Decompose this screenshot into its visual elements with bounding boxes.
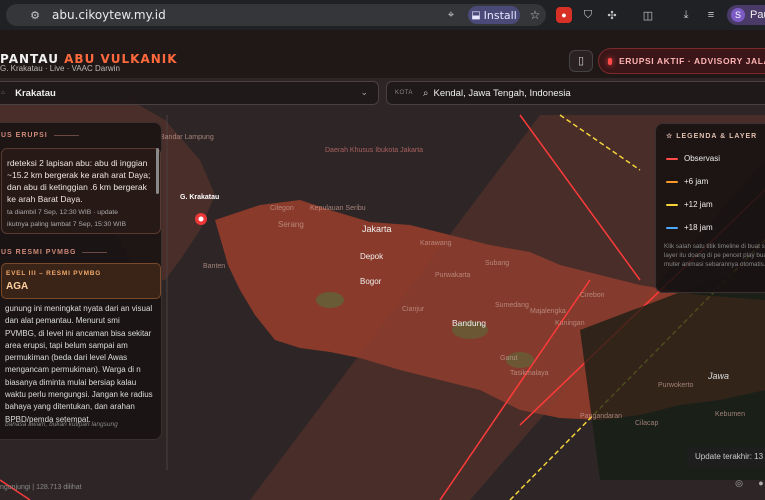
- legend-label: +18 jam: [684, 223, 713, 232]
- extension-red-icon[interactable]: ●: [556, 7, 572, 23]
- map-place-label: Bogor: [360, 277, 382, 286]
- chevron-down-icon[interactable]: ⌄: [360, 87, 368, 98]
- map-place-label: Tasikmalaya: [510, 370, 549, 377]
- install-button[interactable]: ⬓ Install: [468, 6, 520, 24]
- map-place-label: Cirebon: [580, 292, 605, 299]
- legend-line-icon: [666, 157, 678, 160]
- url-text[interactable]: abu.cikoytew.my.id: [52, 8, 166, 22]
- map-place-label: Jakarta: [362, 224, 392, 234]
- map-place-label: Kepulauan Seribu: [310, 205, 366, 212]
- alert-level-description: gunung ini meningkat nyata dari an visua…: [5, 304, 153, 424]
- legend-title: LEGENDA & LAYER: [676, 133, 758, 140]
- map-place-label: Kebumen: [715, 411, 745, 418]
- city-search-field[interactable]: KOTA ⌕ Kendal, Jawa Tengah, Indonesia: [386, 81, 765, 105]
- alert-level-name: AGA: [6, 281, 29, 292]
- data-time-text: ta diambil 7 Sep, 12:30 WIB · update: [7, 209, 119, 216]
- map-place-label: Cilegon: [270, 205, 294, 212]
- legend-item-6h[interactable]: +6 jam: [666, 177, 708, 186]
- legend-label: +6 jam: [684, 177, 709, 186]
- bookmark-star-icon[interactable]: ☆: [527, 7, 543, 23]
- address-bar[interactable]: ⚙ abu.cikoytew.my.id ⌖ ⬓ Install ☆: [6, 4, 546, 26]
- media-control-icon[interactable]: ◫: [640, 7, 656, 23]
- shield-extension-icon[interactable]: ⛉: [580, 7, 596, 23]
- status-text: ERUPSI AKTIF · ADVISORY JALAN: [619, 56, 765, 66]
- map-place-label: Bandar Lampung: [160, 134, 214, 141]
- site-info-icon[interactable]: ⚙: [26, 6, 44, 24]
- browser-toolbar: ⚙ abu.cikoytew.my.id ⌖ ⬓ Install ☆ ● ⛉ ✣…: [0, 0, 765, 30]
- map-place-label: Pangandaran: [580, 413, 623, 420]
- map-place-label: Majalengka: [530, 308, 566, 315]
- map-place-label: Subang: [485, 260, 510, 267]
- last-update-badge: Update terakhir: 13: [687, 447, 765, 467]
- disclaimer-note: bahasa awam, bukan kutipan langsung: [5, 421, 118, 428]
- visit-counter: ngunjungi | 128.713 dilihat: [0, 484, 82, 491]
- map-place-label: Kuningan: [555, 320, 585, 327]
- legend-label: Observasi: [684, 154, 721, 163]
- volcano-field-icon: ⌂: [1, 90, 6, 96]
- instagram-icon[interactable]: ◎: [733, 478, 745, 490]
- heading-text: US ERUPSI: [1, 132, 48, 139]
- app-subtitle: G. Krakatau · Live · VAAC Darwin: [0, 64, 120, 73]
- legend-heading: ☆ LEGENDA & LAYER: [666, 132, 757, 140]
- heading-divider: [53, 134, 79, 136]
- status-dot-icon: [608, 57, 613, 65]
- extensions-puzzle-icon[interactable]: ✣: [604, 7, 620, 23]
- map-region-label: Jawa: [708, 371, 730, 381]
- location-icon[interactable]: ⌖: [443, 7, 459, 23]
- install-label: Install: [483, 8, 517, 22]
- map-place-label: Purwakarta: [435, 272, 471, 279]
- map-place-label: Karawang: [420, 240, 452, 247]
- alert-level-sub: EVEL III – RESMI PVMBG: [6, 270, 102, 277]
- legend-item-observasi[interactable]: Observasi: [666, 154, 720, 163]
- toggle-sidebar-button[interactable]: ▯: [569, 50, 593, 72]
- map-place-label: Garut: [500, 355, 518, 362]
- volcano-value: Krakatau: [15, 87, 56, 99]
- panel-scrollbar[interactable]: [156, 148, 159, 194]
- legend-item-12h[interactable]: +12 jam: [666, 200, 713, 209]
- map-place-label: Sumedang: [495, 302, 529, 309]
- search-icon: ⌕: [422, 87, 429, 99]
- heading-divider: [82, 251, 108, 253]
- map-place-label: Daerah Khusus Ibukota Jakarta: [325, 147, 424, 154]
- legend-line-icon: [666, 180, 678, 183]
- alert-level-card: EVEL III – RESMI PVMBG AGA: [1, 263, 161, 299]
- reading-list-icon[interactable]: ≡: [703, 7, 719, 23]
- heading-text: US RESMI PVMBG: [1, 249, 77, 256]
- city-field-label: KOTA: [395, 90, 413, 96]
- legend-label: +12 jam: [684, 200, 713, 209]
- eruption-summary-card: rdeteksi 2 lapisan abu: abu di inggian ~…: [1, 148, 161, 234]
- github-icon[interactable]: ●: [755, 478, 765, 490]
- profile-button[interactable]: S Pau: [727, 5, 765, 25]
- legend-help-text: Klik salah satu titik timeline di buat s…: [664, 243, 765, 268]
- legend-line-icon: [666, 226, 678, 229]
- install-icon: ⬓: [471, 9, 481, 21]
- star-icon: ☆: [666, 133, 674, 140]
- map-place-label: Banten: [203, 263, 226, 270]
- map-place-label: Cianjur: [402, 306, 425, 313]
- status-badge: ERUPSI AKTIF · ADVISORY JALAN: [598, 48, 765, 74]
- download-icon[interactable]: ⤓: [678, 7, 694, 23]
- pvmbg-heading: US RESMI PVMBG: [1, 249, 108, 256]
- avatar: S: [731, 8, 745, 22]
- volcano-label[interactable]: G. Krakatau: [180, 194, 219, 201]
- map-place-label: Cilacap: [635, 420, 659, 427]
- map-place-label: Depok: [360, 252, 384, 261]
- legend-item-18h[interactable]: +18 jam: [666, 223, 713, 232]
- volcano-select[interactable]: ⌂ Krakatau ⌄: [0, 81, 379, 105]
- sidebar-icon: ▯: [577, 55, 585, 67]
- profile-name: Pau: [750, 9, 765, 21]
- legend-panel[interactable]: ☆ LEGENDA & LAYER Observasi +6 jam +12 j…: [655, 123, 765, 293]
- info-panel[interactable]: US ERUPSI rdeteksi 2 lapisan abu: abu di…: [0, 122, 162, 440]
- legend-line-icon: [666, 203, 678, 206]
- map-place-label: Serang: [278, 220, 304, 229]
- next-update-text: ikutnya paling lambat 7 Sep, 15:30 WIB: [7, 221, 127, 228]
- city-input[interactable]: Kendal, Jawa Tengah, Indonesia: [434, 88, 571, 99]
- eruption-status-heading: US ERUPSI: [1, 132, 79, 139]
- map-place-label: Purwokerto: [658, 382, 694, 389]
- map-place-label: Bandung: [452, 318, 487, 328]
- eruption-text: rdeteksi 2 lapisan abu: abu di inggian ~…: [7, 158, 151, 204]
